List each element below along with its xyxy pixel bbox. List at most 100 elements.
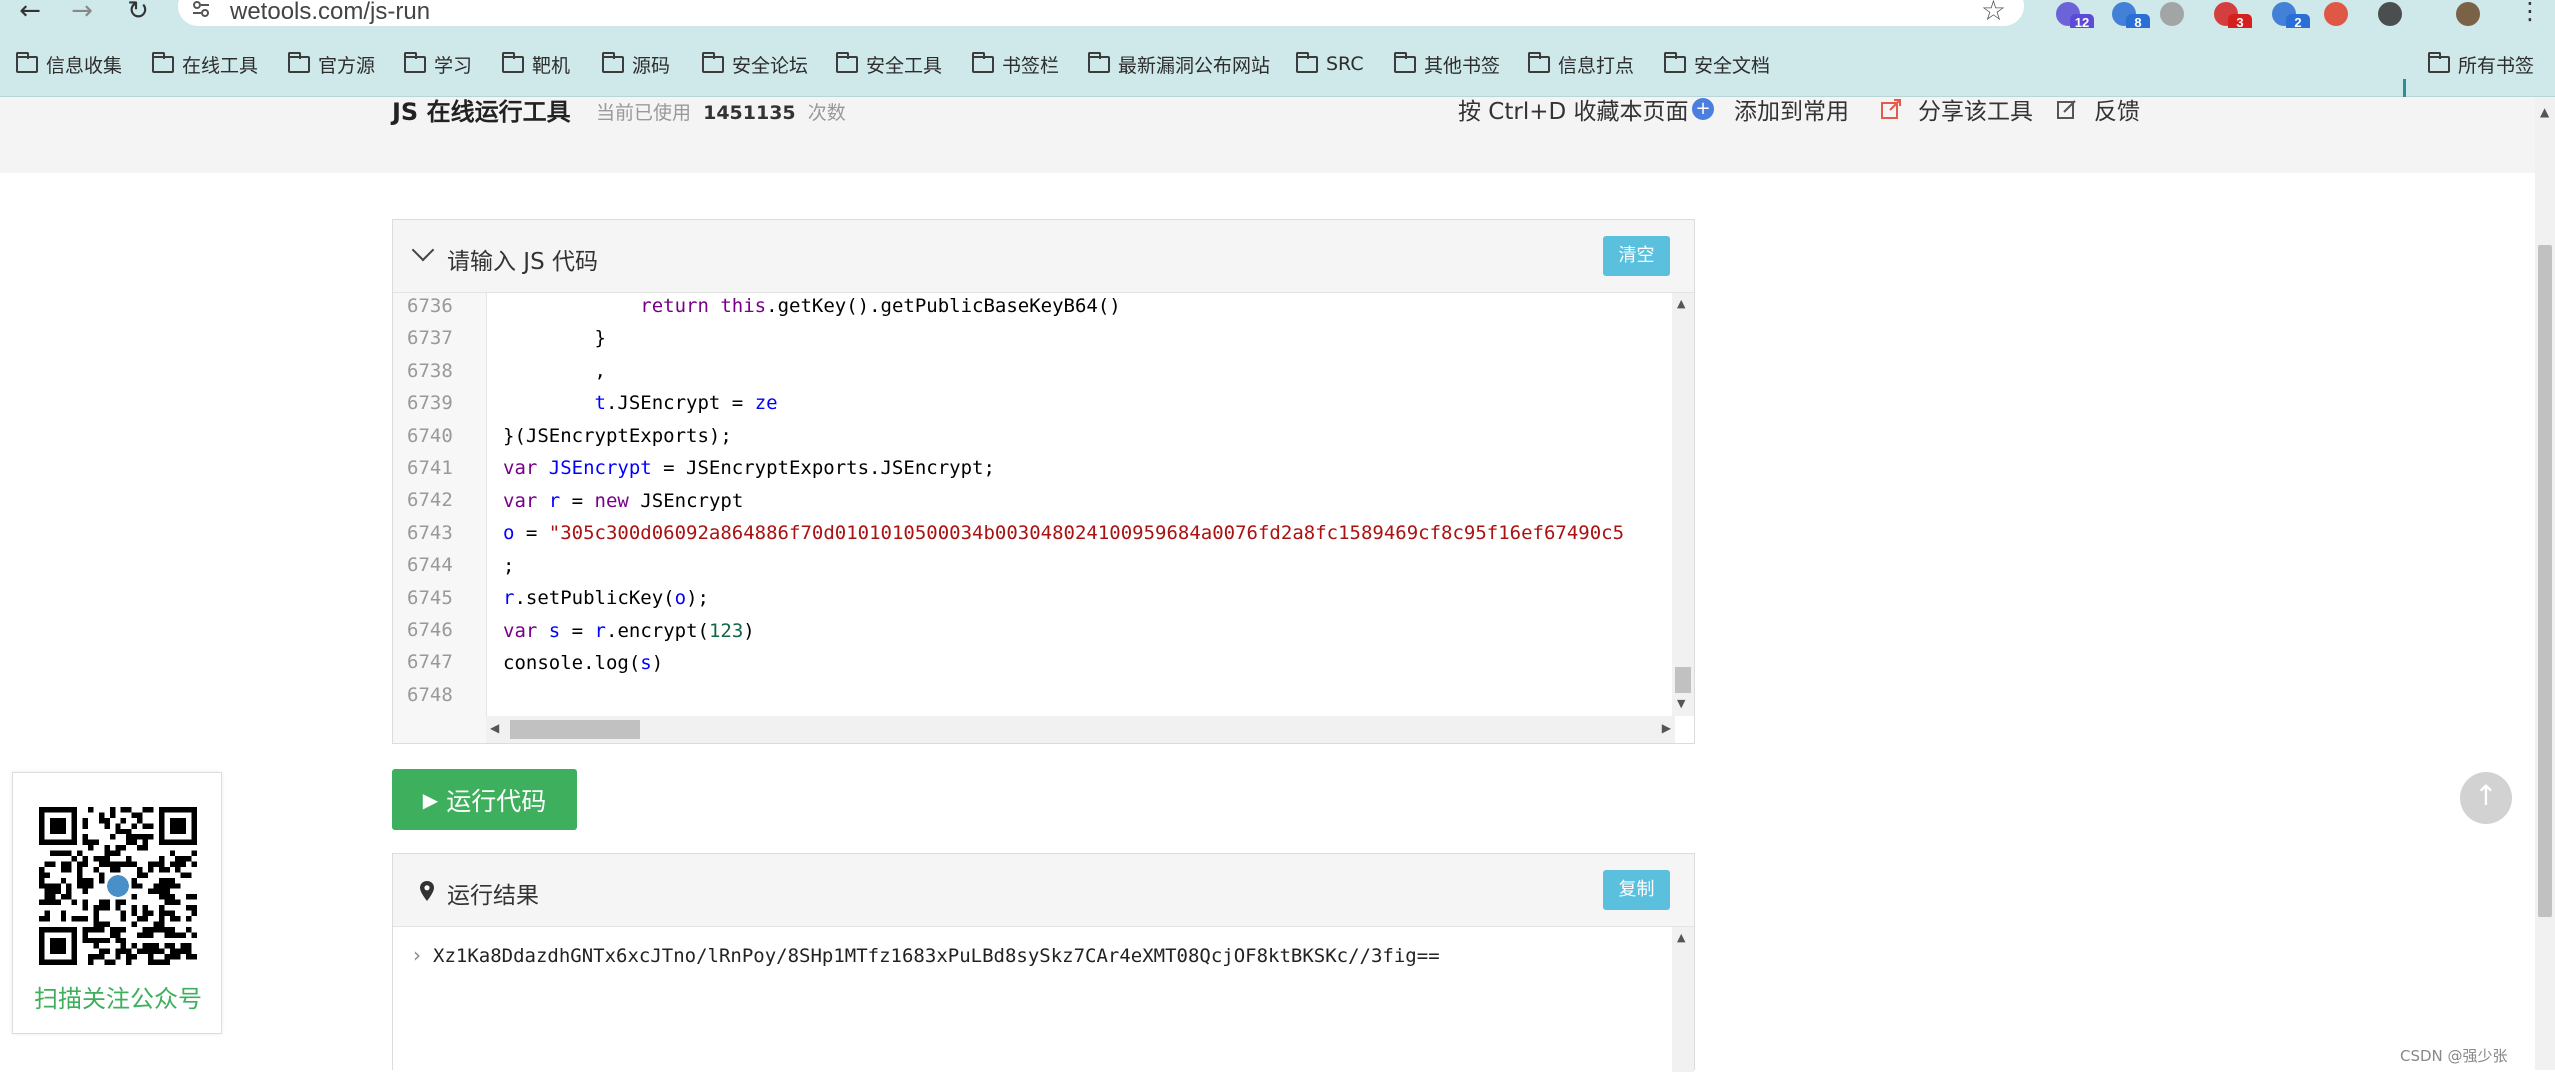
page-scrollbar[interactable]: ▲ <box>2535 97 2555 1070</box>
code-line[interactable]: t.JSEncrypt = ze <box>503 392 778 414</box>
bookmark-folder[interactable]: 书签栏 <box>972 51 1059 77</box>
bookmark-label: 在线工具 <box>182 54 259 77</box>
scroll-up-arrow-icon[interactable]: ▲ <box>2540 105 2549 119</box>
all-bookmarks-button[interactable]: 所有书签 <box>2428 51 2534 77</box>
address-bar[interactable]: wetools.com/js-run ☆ <box>178 0 2024 27</box>
watermark: CSDN @强少张 <box>2400 1047 2508 1065</box>
editor-horizontal-scrollbar[interactable]: ◀ ▶ <box>486 716 1675 743</box>
qr-caption: 扫描关注公众号 <box>34 985 202 1013</box>
scroll-up-arrow-icon[interactable]: ▲ <box>1677 931 1685 944</box>
browser-menu-icon[interactable]: ⋮ <box>2512 0 2548 24</box>
bookmark-folder[interactable]: 在线工具 <box>152 51 259 77</box>
folder-icon <box>404 51 426 73</box>
wechat-qr-box: 扫描关注公众号 <box>12 772 222 1034</box>
bookmark-folder[interactable]: 信息打点 <box>1528 51 1634 77</box>
panda-extension-icon[interactable]: 8 <box>2112 2 2150 32</box>
bookmark-folder[interactable]: 源码 <box>602 51 671 77</box>
bookmark-label: 信息收集 <box>46 54 123 77</box>
bookmark-folder[interactable]: 信息收集 <box>16 51 123 77</box>
code-line[interactable]: var JSEncrypt = JSEncryptExports.JSEncry… <box>503 457 995 479</box>
scroll-down-arrow-icon[interactable]: ▼ <box>1677 697 1685 710</box>
folder-icon <box>1664 51 1686 73</box>
add-to-common-button[interactable]: + 添加到常用 <box>1692 92 1849 126</box>
code-editor-title: 请输入 JS 代码 <box>447 249 599 275</box>
bookmark-label: 学习 <box>434 54 473 77</box>
scroll-right-arrow-icon[interactable]: ▶ <box>1662 721 1671 735</box>
folder-icon <box>1296 51 1318 73</box>
feedback-button[interactable]: 反馈 <box>2056 92 2140 126</box>
code-editor[interactable]: 6736 6737 6738 6739 6740 6741 6742 6743 6744 6745… <box>393 293 1694 743</box>
bookmark-label: 安全论坛 <box>732 54 809 77</box>
editor-hscroll-thumb[interactable] <box>510 720 640 739</box>
code-line[interactable]: var s = r.encrypt(123) <box>503 620 755 642</box>
bookmark-folder[interactable]: 最新漏洞公布网站 <box>1088 51 1270 77</box>
line-number: 6747 <box>407 651 453 674</box>
tabs-extension-icon[interactable]: 12 <box>2056 2 2094 32</box>
editor-scroll-thumb[interactable] <box>1675 667 1691 693</box>
bookmark-star-icon[interactable]: ☆ <box>1981 0 2006 27</box>
result-output-area[interactable]: › Xz1Ka8DdazdhGNTx6xcJTno/lRnPoy/8SHp1MT… <box>393 927 1694 1072</box>
bookmark-folder[interactable]: 其他书签 <box>1394 51 1500 77</box>
code-line[interactable]: }(JSEncryptExports); <box>503 425 732 447</box>
bookmark-label: 官方源 <box>318 54 376 77</box>
page-scroll-thumb[interactable] <box>2538 245 2552 917</box>
bookmark-folder[interactable]: SRC <box>1296 51 1364 76</box>
site-settings-icon[interactable] <box>192 0 210 18</box>
line-number: 6742 <box>407 489 453 512</box>
add-to-common-label: 添加到常用 <box>1734 99 1849 125</box>
back-to-top-button[interactable]: ↑ <box>2460 772 2512 824</box>
feedback-label: 反馈 <box>2094 99 2140 125</box>
line-number: 6738 <box>407 359 453 382</box>
run-code-button[interactable]: ▶ 运行代码 <box>392 769 577 830</box>
bookmark-folder[interactable]: 官方源 <box>288 51 376 77</box>
globe-extension-icon[interactable]: 3 <box>2214 2 2252 32</box>
code-line[interactable]: o = "305c300d06092a864886f70d01010105000… <box>503 522 1624 544</box>
bookmark-label: SRC <box>1326 53 1364 75</box>
puzzle-extension-icon[interactable] <box>2378 2 2408 28</box>
folder-icon <box>502 51 524 73</box>
fe-extension-icon[interactable] <box>2324 2 2354 28</box>
circle-extension-icon[interactable] <box>2160 2 2190 28</box>
usage-suffix: 次数 <box>807 102 846 124</box>
bookmark-folder[interactable]: 安全工具 <box>836 51 942 77</box>
browser-toolbar: ← → ↻ wetools.com/js-run ☆ 12 8 3 2 ⋮ <box>0 0 2555 32</box>
result-vertical-scrollbar[interactable]: ▲ <box>1672 927 1694 1072</box>
scroll-left-arrow-icon[interactable]: ◀ <box>490 721 499 735</box>
code-line[interactable]: } <box>503 327 606 349</box>
bookmark-folder[interactable]: 安全文档 <box>1664 51 1770 77</box>
map-pin-icon <box>420 881 434 901</box>
folder-icon <box>1088 51 1110 73</box>
folder-icon <box>16 51 38 73</box>
line-number: 6745 <box>407 586 453 609</box>
url-text[interactable]: wetools.com/js-run <box>230 0 430 26</box>
code-line[interactable]: , <box>503 360 606 382</box>
chevron-right-icon[interactable]: › <box>413 943 421 967</box>
profile-avatar-icon[interactable] <box>2456 2 2486 28</box>
result-output[interactable]: Xz1Ka8DdazdhGNTx6xcJTno/lRnPoy/8SHp1MTfz… <box>433 945 1440 967</box>
clear-button[interactable]: 清空 <box>1603 236 1670 276</box>
code-line[interactable]: var r = new JSEncrypt <box>503 490 743 512</box>
back-arrow-icon[interactable]: ← <box>12 0 48 24</box>
editor-vertical-scrollbar[interactable]: ▲ ▼ <box>1672 293 1694 716</box>
bookmark-label: 源码 <box>632 54 671 77</box>
copy-button[interactable]: 复制 <box>1603 870 1670 910</box>
result-title: 运行结果 <box>447 883 539 909</box>
forward-arrow-icon[interactable]: → <box>64 0 100 24</box>
line-number: 6740 <box>407 424 453 447</box>
chevron-down-icon[interactable] <box>411 238 435 262</box>
code-line[interactable]: console.log(s) <box>503 652 663 674</box>
code-editor-header[interactable]: 请输入 JS 代码 清空 <box>393 220 1694 293</box>
code-line[interactable]: r.setPublicKey(o); <box>503 587 709 609</box>
scroll-up-arrow-icon[interactable]: ▲ <box>1677 297 1685 310</box>
share-button[interactable]: 分享该工具 <box>1880 92 2033 126</box>
cookie-extension-icon[interactable]: 2 <box>2272 2 2310 32</box>
bookmark-folder[interactable]: 安全论坛 <box>702 51 809 77</box>
bookmark-folder[interactable]: 学习 <box>404 51 473 77</box>
bookmark-folder[interactable]: 靶机 <box>502 51 570 77</box>
qr-code-image <box>39 807 197 965</box>
folder-icon <box>702 51 724 73</box>
reload-icon[interactable]: ↻ <box>120 0 156 24</box>
line-number: 6741 <box>407 457 453 479</box>
code-line[interactable]: return this.getKey().getPublicBaseKeyB64… <box>503 295 1120 317</box>
code-line[interactable]: ; <box>503 555 514 577</box>
